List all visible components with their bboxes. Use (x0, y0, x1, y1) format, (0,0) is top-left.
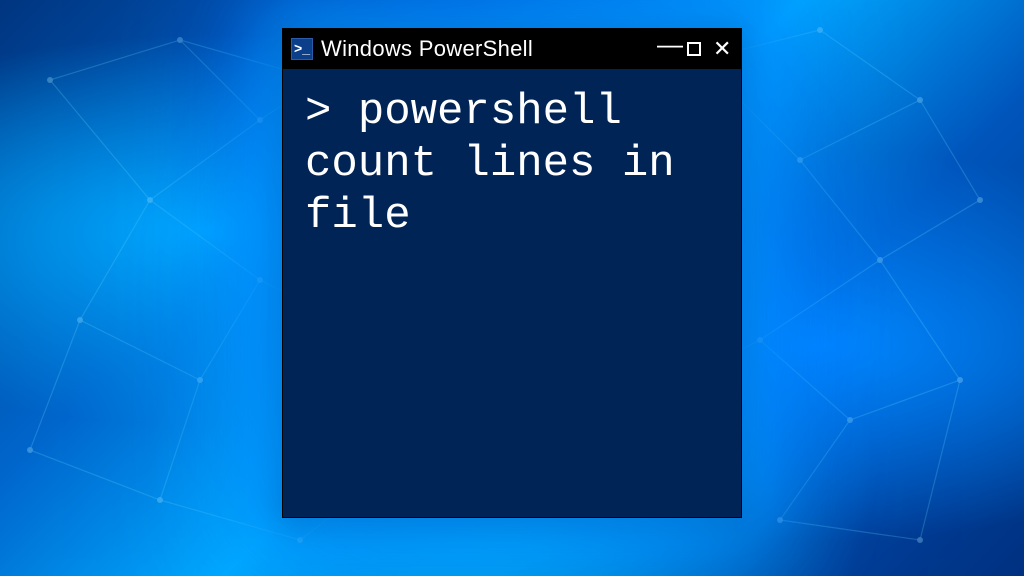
powershell-icon-glyph: >_ (294, 41, 310, 55)
command-text: powershell count lines in file (305, 87, 675, 241)
command-line: > powershell count lines in file (305, 87, 719, 243)
titlebar[interactable]: >_ Windows PowerShell — ✕ (283, 29, 741, 69)
terminal-body[interactable]: > powershell count lines in file (283, 69, 741, 261)
prompt-symbol: > (305, 87, 331, 137)
minimize-button[interactable]: — (657, 31, 675, 57)
close-button[interactable]: ✕ (713, 38, 731, 60)
powershell-icon: >_ (291, 38, 313, 60)
maximize-button[interactable] (687, 42, 701, 56)
powershell-window: >_ Windows PowerShell — ✕ > powershell c… (282, 28, 742, 518)
window-title: Windows PowerShell (321, 36, 649, 62)
window-controls: — ✕ (657, 36, 735, 62)
